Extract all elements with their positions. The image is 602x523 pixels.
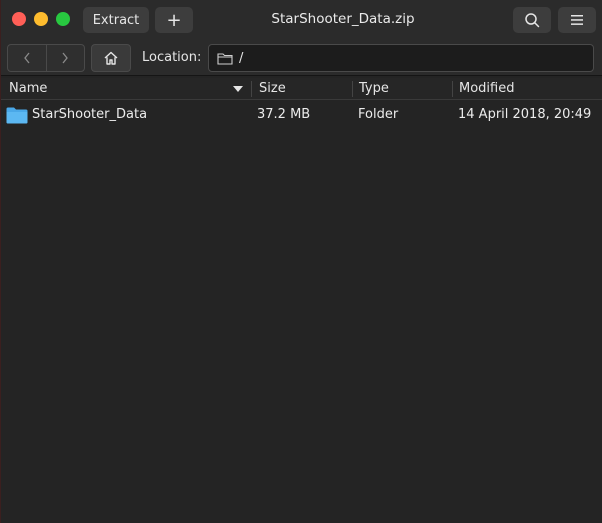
title-bar: Extract + StarShooter_Data.zip <box>1 0 602 40</box>
home-icon <box>104 51 118 65</box>
column-header-name[interactable]: Name <box>9 81 47 96</box>
column-header-size[interactable]: Size <box>259 81 286 96</box>
file-name: StarShooter_Data <box>32 107 148 122</box>
hamburger-menu-icon <box>571 15 583 25</box>
extract-button-label: Extract <box>92 12 140 28</box>
file-size: 37.2 MB <box>257 107 311 122</box>
archive-manager-window: Extract + StarShooter_Data.zip Location:… <box>0 0 602 523</box>
column-header-type[interactable]: Type <box>359 81 389 96</box>
search-button[interactable] <box>513 7 551 33</box>
window-title: StarShooter_Data.zip <box>271 11 415 27</box>
home-button[interactable] <box>91 44 131 72</box>
folder-icon <box>6 107 28 124</box>
extract-button[interactable]: Extract <box>83 7 149 33</box>
table-row[interactable]: StarShooter_Data 37.2 MB Folder 14 April… <box>1 103 602 127</box>
location-path: / <box>239 50 244 66</box>
file-list-header: Name Size Type Modified <box>1 78 602 100</box>
back-button[interactable] <box>8 45 46 71</box>
column-divider[interactable] <box>251 81 252 97</box>
location-label: Location: <box>142 50 202 65</box>
file-modified: 14 April 2018, 20:49 <box>458 107 592 122</box>
location-toolbar: Location: / <box>1 40 602 76</box>
column-divider[interactable] <box>452 81 453 97</box>
plus-icon: + <box>166 9 182 31</box>
folder-icon <box>217 52 233 65</box>
forward-button[interactable] <box>45 45 85 71</box>
column-header-modified[interactable]: Modified <box>459 81 514 96</box>
location-field[interactable]: / <box>208 44 594 72</box>
navigation-buttons <box>7 44 85 72</box>
column-divider[interactable] <box>352 81 353 97</box>
close-window-button[interactable] <box>12 12 26 26</box>
maximize-window-button[interactable] <box>56 12 70 26</box>
main-menu-button[interactable] <box>558 7 596 33</box>
chevron-right-icon <box>62 52 69 64</box>
chevron-left-icon <box>23 52 30 64</box>
search-icon <box>525 13 540 28</box>
file-type: Folder <box>358 107 399 122</box>
minimize-window-button[interactable] <box>34 12 48 26</box>
sort-descending-icon <box>233 86 243 92</box>
add-files-button[interactable]: + <box>155 7 193 33</box>
